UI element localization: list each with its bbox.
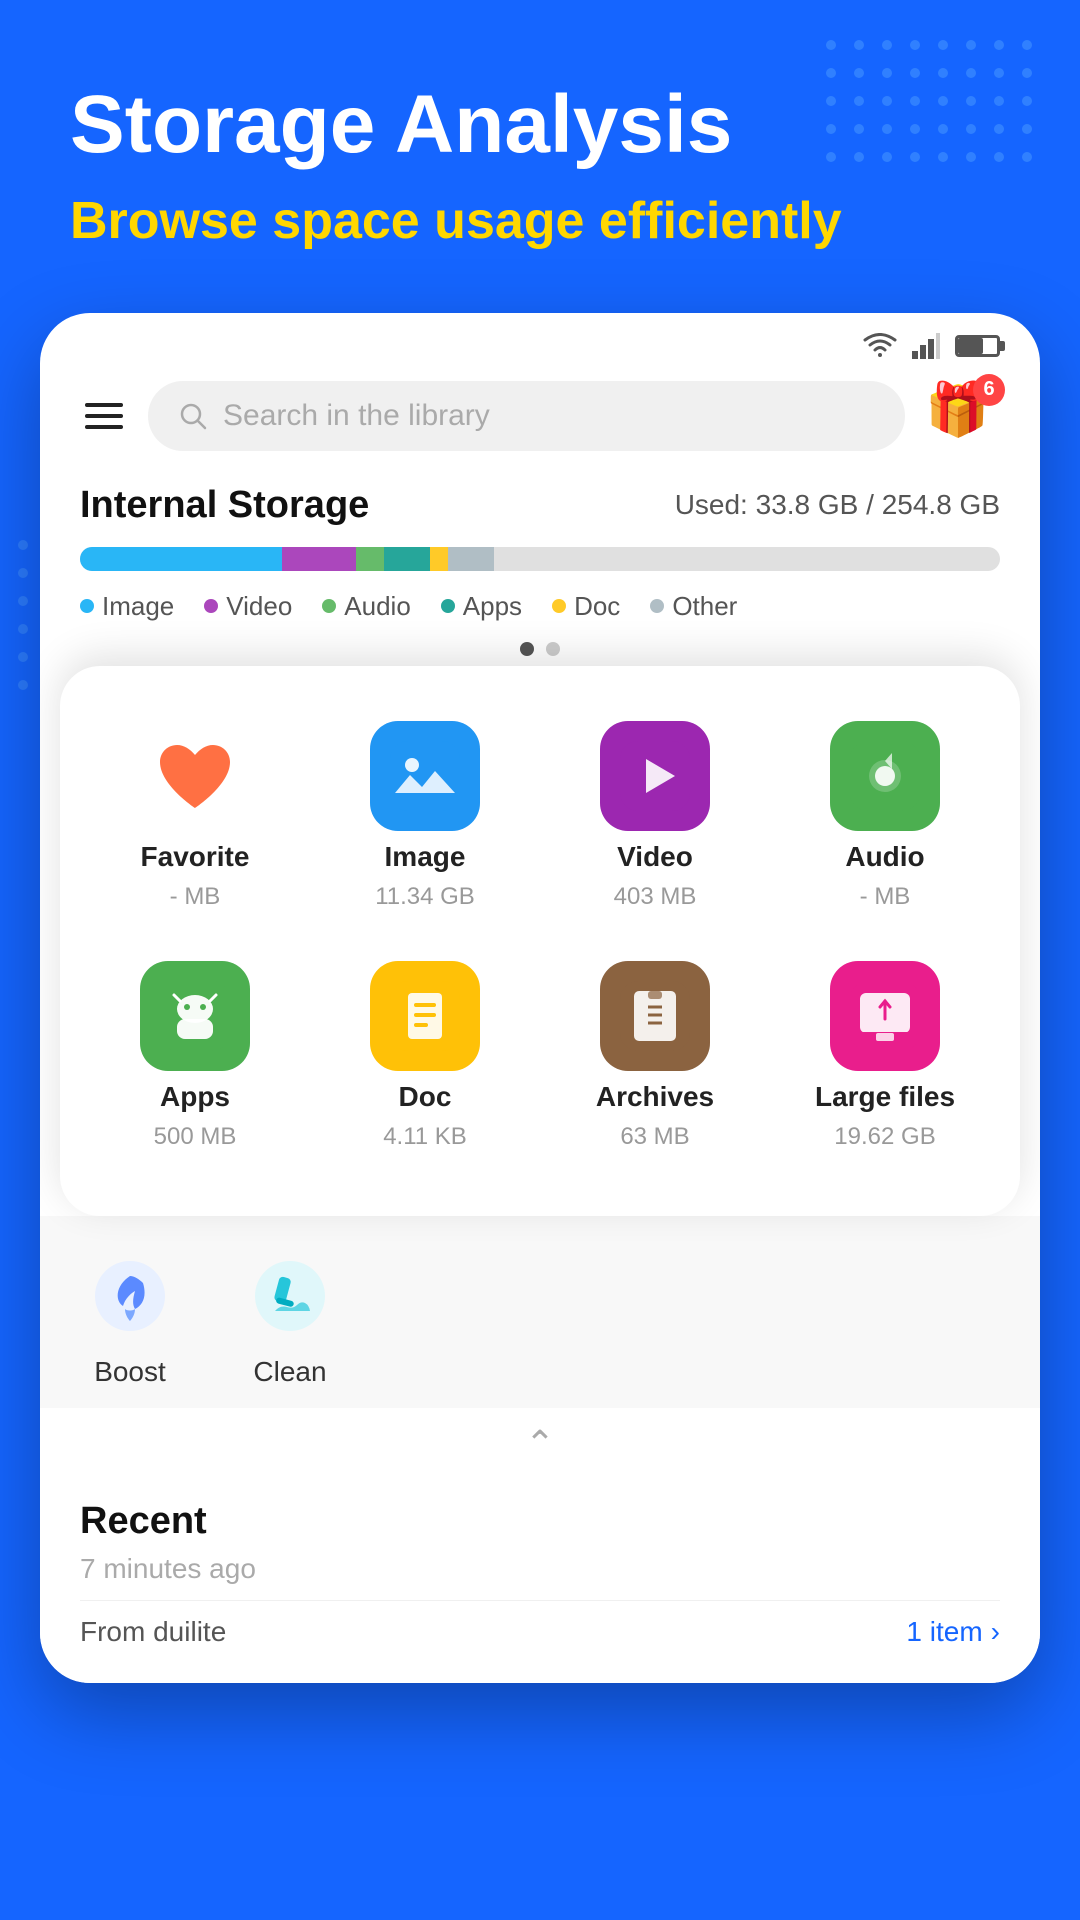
video-icon bbox=[600, 721, 710, 831]
archives-size: 63 MB bbox=[620, 1123, 689, 1151]
bar-other bbox=[448, 547, 494, 571]
audio-icon bbox=[830, 721, 940, 831]
image-icon bbox=[370, 721, 480, 831]
favorite-name: Favorite bbox=[141, 841, 250, 873]
bg-dots-top bbox=[826, 40, 1040, 170]
page-subtitle: Browse space usage efficiently bbox=[70, 190, 1010, 252]
large-files-size: 19.62 GB bbox=[834, 1123, 935, 1151]
hamburger-menu[interactable] bbox=[80, 398, 128, 434]
bar-image bbox=[80, 547, 282, 571]
video-size: 403 MB bbox=[614, 883, 697, 911]
wifi-icon bbox=[863, 333, 897, 359]
gift-badge: 6 bbox=[973, 374, 1005, 406]
recent-time: 7 minutes ago bbox=[80, 1553, 1000, 1585]
search-bar[interactable]: Search in the library bbox=[148, 381, 905, 451]
storage-section: Internal Storage Used: 33.8 GB / 254.8 G… bbox=[40, 474, 1040, 676]
doc-name: Doc bbox=[399, 1081, 452, 1113]
file-grid-card: Favorite - MB Image 11.34 GB bbox=[60, 666, 1020, 1216]
apps-name: Apps bbox=[160, 1081, 230, 1113]
bar-video bbox=[282, 547, 356, 571]
legend-other: Other bbox=[650, 591, 737, 622]
tool-clean[interactable]: Clean bbox=[240, 1246, 340, 1388]
search-icon bbox=[178, 401, 208, 431]
storage-title: Internal Storage bbox=[80, 484, 369, 527]
legend-image: Image bbox=[80, 591, 174, 622]
recent-item-row[interactable]: From duilite 1 item › bbox=[80, 1600, 1000, 1663]
legend-audio: Audio bbox=[322, 591, 411, 622]
image-name: Image bbox=[385, 841, 466, 873]
storage-legend: Image Video Audio Apps Doc Other bbox=[80, 591, 1000, 622]
app-bar: Search in the library 🎁 6 bbox=[40, 369, 1040, 474]
large-files-name: Large files bbox=[815, 1081, 955, 1113]
doc-icon bbox=[370, 961, 480, 1071]
bar-audio bbox=[356, 547, 384, 571]
signal-icon bbox=[912, 333, 940, 359]
bottom-tools: Boost Clean bbox=[40, 1216, 1040, 1408]
file-grid: Favorite - MB Image 11.34 GB bbox=[90, 706, 990, 1166]
favorite-icon bbox=[140, 721, 250, 831]
legend-doc: Doc bbox=[552, 591, 620, 622]
file-item-apps[interactable]: Apps 500 MB bbox=[90, 946, 300, 1166]
audio-size: - MB bbox=[860, 883, 911, 911]
doc-size: 4.11 KB bbox=[383, 1123, 467, 1151]
boost-label: Boost bbox=[94, 1356, 166, 1388]
chevron-up-icon: ⌃ bbox=[525, 1423, 555, 1465]
recent-count: 1 item › bbox=[906, 1616, 1000, 1648]
bar-apps bbox=[384, 547, 430, 571]
favorite-size: - MB bbox=[170, 883, 221, 911]
clean-label: Clean bbox=[253, 1356, 326, 1388]
phone-card: Search in the library 🎁 6 Internal Stora… bbox=[40, 313, 1040, 1683]
file-item-favorite[interactable]: Favorite - MB bbox=[90, 706, 300, 926]
bar-doc bbox=[430, 547, 448, 571]
recent-title: Recent bbox=[80, 1500, 1000, 1543]
legend-video: Video bbox=[204, 591, 292, 622]
file-item-archives[interactable]: Archives 63 MB bbox=[550, 946, 760, 1166]
pull-up[interactable]: ⌃ bbox=[40, 1408, 1040, 1480]
status-bar bbox=[40, 313, 1040, 369]
apps-size: 500 MB bbox=[154, 1123, 237, 1151]
storage-used: Used: 33.8 GB / 254.8 GB bbox=[675, 489, 1000, 521]
archives-icon bbox=[600, 961, 710, 1071]
recent-section: Recent 7 minutes ago From duilite 1 item… bbox=[40, 1480, 1040, 1683]
apps-icon bbox=[140, 961, 250, 1071]
video-name: Video bbox=[617, 841, 693, 873]
gift-button[interactable]: 🎁 6 bbox=[925, 379, 1000, 454]
file-item-audio[interactable]: Audio - MB bbox=[780, 706, 990, 926]
large-files-icon bbox=[830, 961, 940, 1071]
file-item-video[interactable]: Video 403 MB bbox=[550, 706, 760, 926]
tool-boost[interactable]: Boost bbox=[80, 1246, 180, 1388]
audio-name: Audio bbox=[845, 841, 924, 873]
boost-icon bbox=[80, 1246, 180, 1346]
battery-icon bbox=[955, 335, 1000, 357]
dots-indicator bbox=[80, 622, 1000, 656]
arrow-icon: › bbox=[991, 1616, 1000, 1648]
storage-bar bbox=[80, 547, 1000, 571]
search-placeholder: Search in the library bbox=[223, 399, 490, 433]
file-item-doc[interactable]: Doc 4.11 KB bbox=[320, 946, 530, 1166]
legend-apps: Apps bbox=[441, 591, 522, 622]
dot-1 bbox=[520, 642, 534, 656]
file-item-large[interactable]: Large files 19.62 GB bbox=[780, 946, 990, 1166]
image-size: 11.34 GB bbox=[375, 883, 475, 911]
clean-icon bbox=[240, 1246, 340, 1346]
recent-app-name: From duilite bbox=[80, 1616, 226, 1648]
storage-header: Internal Storage Used: 33.8 GB / 254.8 G… bbox=[80, 484, 1000, 527]
dot-2 bbox=[546, 642, 560, 656]
archives-name: Archives bbox=[596, 1081, 714, 1113]
file-item-image[interactable]: Image 11.34 GB bbox=[320, 706, 530, 926]
